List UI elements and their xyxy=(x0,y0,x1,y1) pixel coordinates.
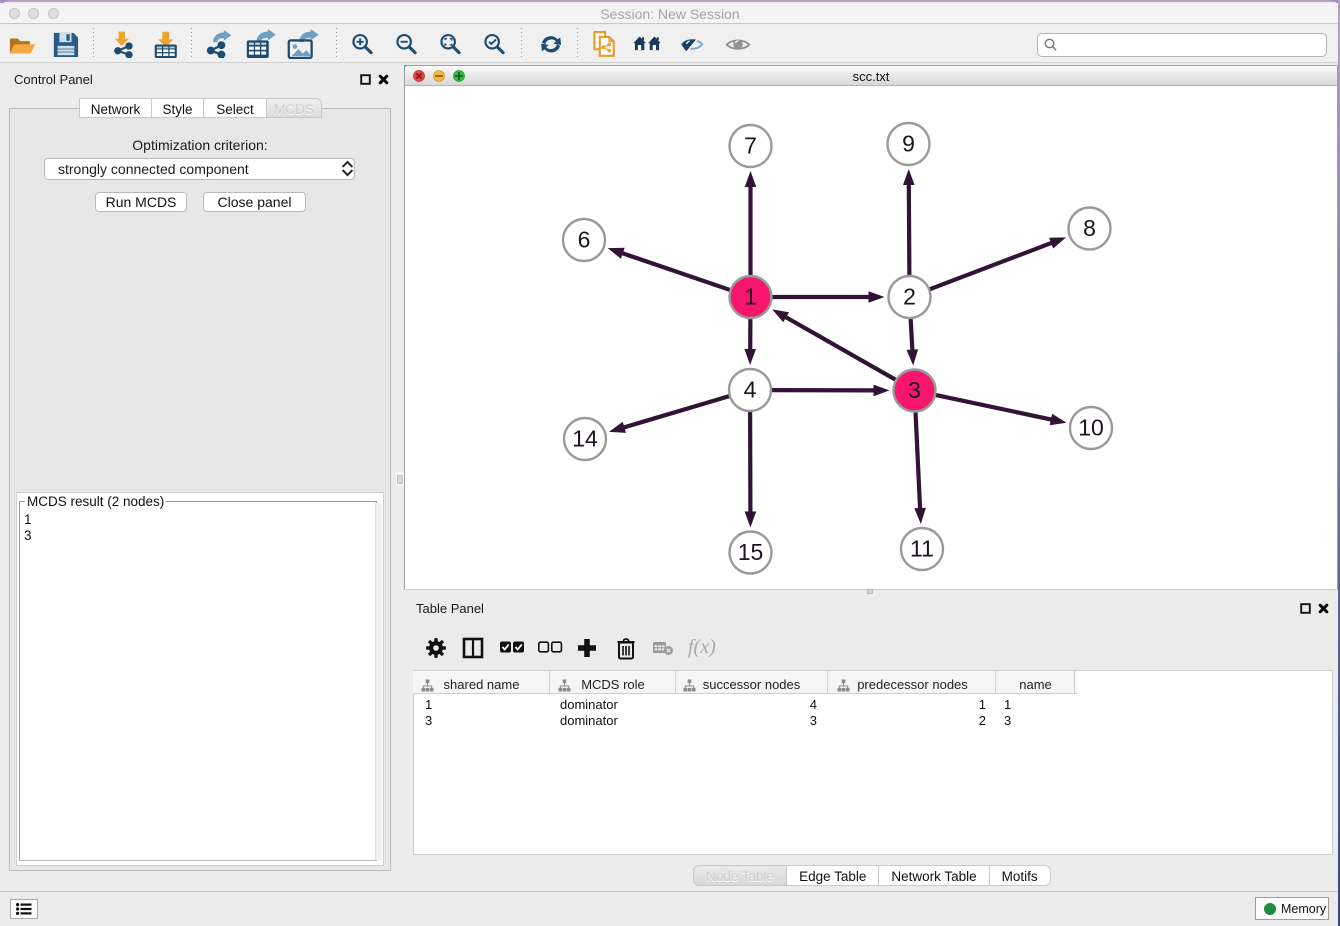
svg-text:9: 9 xyxy=(902,131,915,157)
svg-text:1: 1 xyxy=(744,284,757,310)
svg-text:3: 3 xyxy=(908,377,921,403)
svg-text:4: 4 xyxy=(744,377,757,403)
svg-text:2: 2 xyxy=(903,284,916,310)
svg-text:7: 7 xyxy=(744,133,757,159)
svg-text:14: 14 xyxy=(572,426,598,452)
svg-text:10: 10 xyxy=(1078,415,1104,441)
svg-text:11: 11 xyxy=(910,536,934,562)
svg-text:8: 8 xyxy=(1083,215,1096,241)
svg-text:6: 6 xyxy=(578,227,591,253)
svg-text:15: 15 xyxy=(738,539,764,565)
